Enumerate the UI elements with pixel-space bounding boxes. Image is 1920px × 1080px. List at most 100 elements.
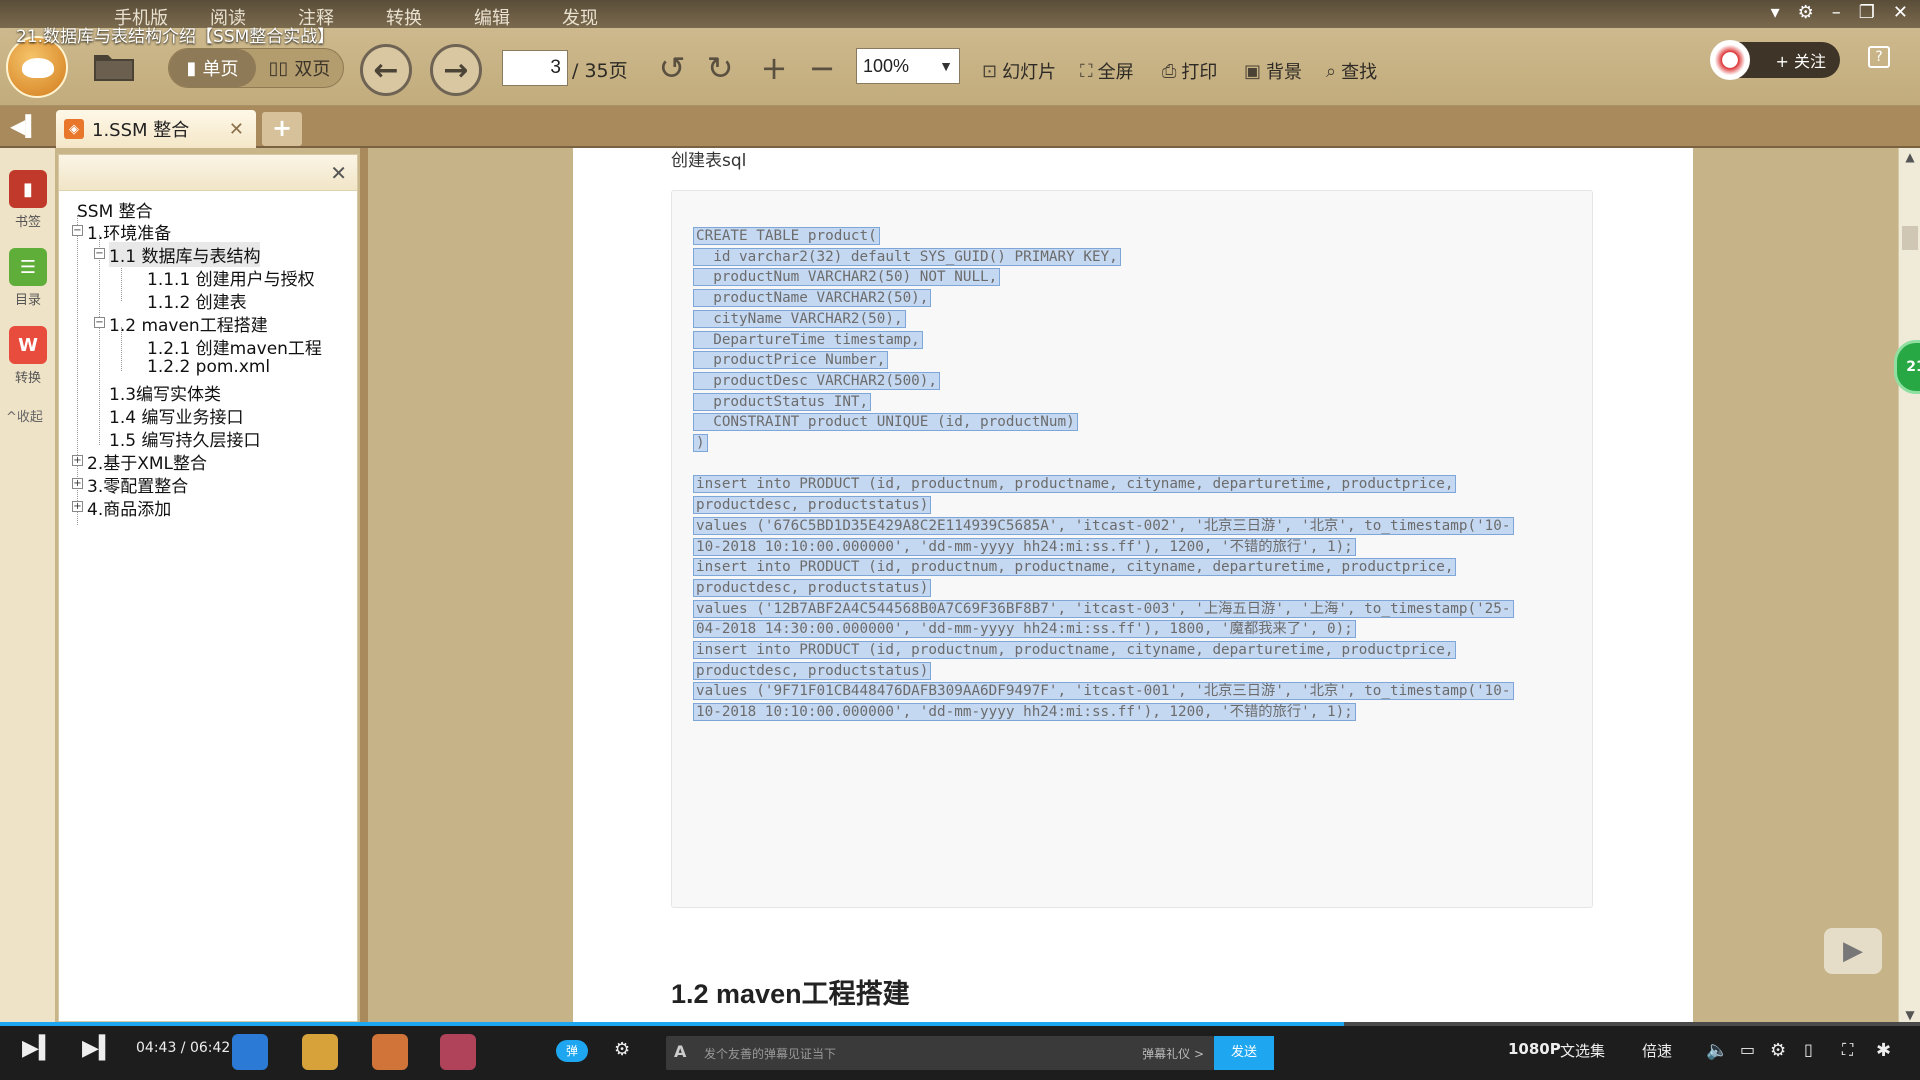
outline-header: ✕ [59, 155, 357, 191]
code-block[interactable]: CREATE TABLE product( id varchar2(32) de… [671, 190, 1593, 908]
outline-item-1-1-2[interactable]: 1.1.2 创建表 [147, 288, 247, 313]
collapse-toggle-icon[interactable]: − [72, 225, 83, 236]
play-pause-icon[interactable]: ▶▍ [22, 1036, 56, 1061]
outline-item-3[interactable]: 3.零配置整合 [87, 472, 188, 497]
taskbar-reader-icon[interactable] [372, 1034, 408, 1070]
code-line: insert into PRODUCT (id, productnum, pro… [692, 639, 1457, 661]
vertical-scrollbar[interactable]: ▲ ▼ [1898, 148, 1920, 1024]
danmaku-settings-icon[interactable]: ⚙ [614, 1039, 630, 1060]
danmaku-toggle[interactable]: 弹 [556, 1040, 588, 1062]
outline-item-1-1-1[interactable]: 1.1.1 创建用户与授权 [147, 265, 315, 290]
outline-item-1-2[interactable]: 1.2 maven工程搭建 [109, 311, 268, 336]
tray-icon[interactable]: ✱ [1876, 1040, 1891, 1061]
collapse-tools-button[interactable]: ^收起 [6, 406, 43, 425]
single-page-button[interactable]: ▮ 单页 [169, 49, 256, 87]
code-line: productdesc, productstatus) [692, 660, 932, 682]
speed-button[interactable]: 倍速 [1642, 1040, 1672, 1061]
code-line: productdesc, productstatus) [692, 577, 932, 599]
find-button[interactable]: ⌕ 查找 [1326, 58, 1377, 84]
mini-player-icon[interactable]: ▭ [1740, 1040, 1755, 1059]
toc-tool[interactable]: ☰ 目录 [4, 248, 52, 308]
play-overlay-button[interactable]: ▶ [1824, 928, 1882, 974]
scroll-thumb[interactable] [1902, 226, 1918, 250]
rotate-right-button[interactable]: ↻ [700, 48, 740, 88]
collapse-toggle-icon[interactable]: − [94, 248, 105, 259]
slideshow-button[interactable]: ⊡ 幻灯片 [982, 58, 1056, 84]
skin-icon[interactable]: ▾ [1771, 2, 1780, 23]
outline-item-1-4[interactable]: 1.4 编写业务接口 [109, 403, 243, 428]
quality-button[interactable]: 1080P [1508, 1040, 1561, 1058]
outline-item-1-3[interactable]: 1.3编写实体类 [109, 380, 221, 405]
outline-item-2[interactable]: 2.基于XML整合 [87, 449, 207, 474]
send-danmaku-button[interactable]: 发送 [1214, 1036, 1274, 1070]
menu-discover[interactable]: 发现 [562, 4, 598, 30]
scroll-down-icon[interactable]: ▼ [1899, 1008, 1920, 1022]
scroll-up-icon[interactable]: ▲ [1899, 150, 1920, 164]
collapse-toggle-icon[interactable]: − [94, 317, 105, 328]
zoom-select[interactable]: 100% ▼ [856, 48, 960, 84]
panel-divider[interactable] [360, 148, 368, 1024]
danmaku-etiquette-link[interactable]: 弹幕礼仪 > [1142, 1045, 1204, 1062]
follow-button[interactable]: + 关注 [1710, 40, 1840, 80]
settings-icon[interactable]: ⚙ [1798, 2, 1814, 23]
help-icon[interactable]: ? [1868, 46, 1890, 68]
uploader-avatar[interactable] [1710, 40, 1750, 80]
next-episode-icon[interactable]: ▶▍ [82, 1036, 116, 1061]
taskbar-app2-icon[interactable] [440, 1034, 476, 1070]
open-folder-button[interactable] [90, 46, 138, 86]
outline-item-1-2-1[interactable]: 1.2.1 创建maven工程 [147, 334, 322, 359]
page-number-input[interactable]: 3 [502, 50, 568, 86]
selected-code-text: DepartureTime timestamp, [693, 330, 923, 349]
expand-toggle-icon[interactable]: + [72, 478, 83, 489]
taskbar-app-icon[interactable] [232, 1034, 268, 1070]
outline-item-1[interactable]: 1.环境准备 [87, 219, 171, 244]
outline-item-4[interactable]: 4.商品添加 [87, 495, 171, 520]
taskbar-folder-icon[interactable] [302, 1034, 338, 1070]
selected-code-text: productName VARCHAR2(50), [692, 289, 932, 308]
outline-item-1-1[interactable]: 1.1 数据库与表结构 [109, 242, 261, 267]
menu-convert[interactable]: 转换 [386, 4, 422, 30]
player-settings-icon[interactable]: ⚙ [1770, 1040, 1786, 1061]
next-page-button[interactable]: → [430, 44, 482, 96]
close-icon[interactable]: ✕ [1893, 2, 1908, 23]
danmaku-style-icon[interactable]: A [674, 1042, 686, 1061]
menu-edit[interactable]: 编辑 [474, 4, 510, 30]
minimize-icon[interactable]: – [1832, 2, 1841, 23]
print-button[interactable]: ⎙ 打印 [1162, 58, 1217, 84]
outline-item-1-2-2[interactable]: 1.2.2 pom.xml [147, 357, 270, 377]
find-label: 查找 [1341, 62, 1378, 83]
selected-code-text: cityName VARCHAR2(50), [693, 309, 906, 328]
close-outline-icon[interactable]: ✕ [330, 161, 347, 185]
document-viewport[interactable]: 创建表sql CREATE TABLE product( id varchar2… [368, 148, 1898, 1024]
code-line: productdesc, productstatus) [692, 494, 932, 516]
double-page-button[interactable]: ▯▯ 双页 [256, 49, 343, 87]
time-readout: 04:43 / 06:42 [136, 1040, 231, 1056]
convert-tool[interactable]: W 转换 [4, 326, 52, 386]
danmaku-placeholder: 发个友善的弹幕见证当下 [704, 1047, 837, 1061]
background-button[interactable]: ▣ 背景 [1244, 58, 1302, 84]
chevron-up-icon: ^ [6, 410, 17, 425]
chevron-down-icon: ▼ [939, 58, 953, 74]
danmaku-input[interactable]: A 发个友善的弹幕见证当下 弹幕礼仪 > [666, 1036, 1214, 1070]
previous-page-button[interactable]: ← [360, 44, 412, 96]
expand-toggle-icon[interactable]: + [72, 501, 83, 512]
fullscreen-button[interactable]: ⛶ 全屏 [1080, 58, 1134, 84]
restore-icon[interactable]: ❐ [1859, 2, 1875, 23]
collapse-sidebar-icon[interactable]: ◀▍ [10, 114, 41, 138]
arrow-left-icon: ← [373, 52, 399, 88]
outline-item-1-5[interactable]: 1.5 编写持久层接口 [109, 426, 260, 451]
code-line: productName VARCHAR2(50), [692, 287, 932, 309]
volume-icon[interactable]: 🔈 [1706, 1040, 1728, 1061]
bookmark-icon: ▮ [9, 170, 47, 208]
tab-document[interactable]: ◈ 1.SSM 整合 ✕ [56, 110, 256, 148]
rotate-left-button[interactable]: ↺ [652, 48, 692, 88]
anthology-button[interactable]: 文选集 [1560, 1040, 1605, 1061]
bookmark-tool[interactable]: ▮ 书签 [4, 170, 52, 230]
widescreen-icon[interactable]: ▯ [1804, 1040, 1813, 1059]
fullscreen-player-icon[interactable]: ⛶ [1842, 1040, 1853, 1060]
zoom-out-button[interactable]: − [802, 48, 842, 88]
new-tab-button[interactable]: + [262, 112, 302, 146]
expand-toggle-icon[interactable]: + [72, 455, 83, 466]
close-tab-icon[interactable]: ✕ [229, 119, 244, 140]
zoom-in-button[interactable]: + [754, 48, 794, 88]
